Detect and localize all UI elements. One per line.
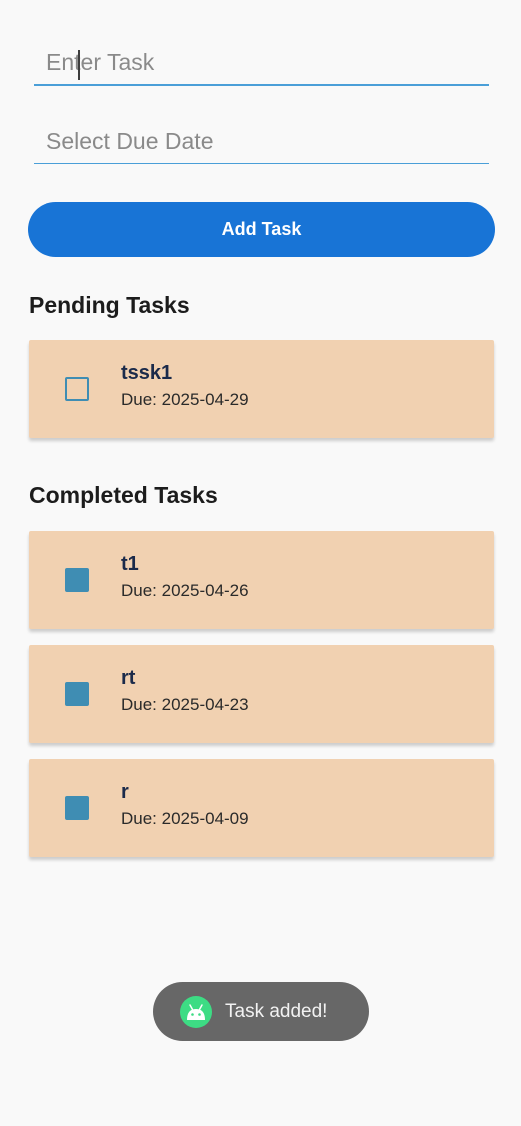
task-due-date: Due: 2025-04-29 [121,390,249,409]
task-due-date: Due: 2025-04-23 [121,695,249,714]
task-name: rt [121,667,136,689]
task-name: tssk1 [121,362,173,384]
toast-message: Task added! [153,982,369,1041]
completed-task-card[interactable]: t1 Due: 2025-04-26 [29,531,494,629]
task-checkbox-checked[interactable] [65,682,89,706]
task-checkbox[interactable] [65,377,89,401]
add-task-button[interactable]: Add Task [28,202,495,257]
task-name: t1 [121,553,139,575]
toast-text: Task added! [225,1000,328,1022]
pending-tasks-heading: Pending Tasks [29,292,190,318]
task-app-screen: Add Task Pending Tasks tssk1 Due: 2025-0… [0,0,521,1126]
completed-task-card[interactable]: rt Due: 2025-04-23 [29,645,494,743]
task-due-date: Due: 2025-04-26 [121,581,249,600]
completed-tasks-heading: Completed Tasks [29,482,218,508]
task-name: r [121,781,129,803]
android-icon [180,995,212,1028]
text-cursor [78,50,80,80]
pending-task-card[interactable]: tssk1 Due: 2025-04-29 [29,340,494,438]
task-checkbox-checked[interactable] [65,796,89,820]
due-date-field[interactable] [34,118,489,164]
task-due-date: Due: 2025-04-09 [121,809,249,828]
task-input-field[interactable] [34,40,489,86]
android-icon-glyph [187,1003,205,1020]
completed-task-card[interactable]: r Due: 2025-04-09 [29,759,494,857]
due-date-input[interactable] [46,128,489,155]
task-checkbox-checked[interactable] [65,568,89,592]
task-input[interactable] [46,49,489,76]
